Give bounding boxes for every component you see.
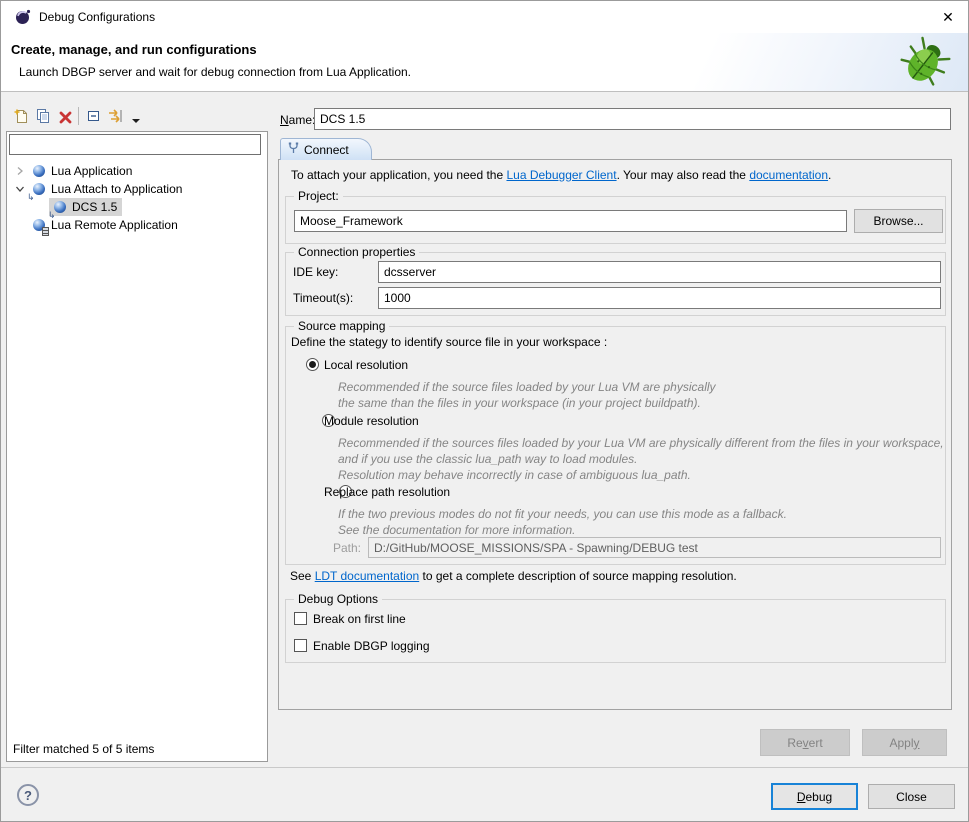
break-on-first-line-label: Break on first line xyxy=(313,612,406,626)
module-resolution-label: Module resolution xyxy=(324,414,419,428)
connection-properties-group: Connection properties IDE key: Timeout(s… xyxy=(285,252,946,316)
tree-item-label: DCS 1.5 xyxy=(72,200,117,214)
revert-button: Revert xyxy=(760,729,850,756)
path-label: Path: xyxy=(333,541,361,555)
tab-label: Connect xyxy=(304,143,349,157)
local-resolution-radio[interactable] xyxy=(306,358,319,371)
bug-icon xyxy=(894,35,952,96)
debug-options-group-label: Debug Options xyxy=(294,592,382,606)
lua-attach-icon: ↳ xyxy=(31,182,46,197)
see-documentation-text: See LDT documentation to get a complete … xyxy=(290,569,737,583)
delete-icon[interactable] xyxy=(56,108,74,126)
project-group: Project: Browse... xyxy=(285,196,946,244)
close-dialog-button[interactable]: Close xyxy=(868,784,955,809)
intro-text: To attach your application, you need the… xyxy=(291,168,831,182)
lua-application-icon xyxy=(31,164,46,179)
toolbar-separator xyxy=(78,107,79,125)
connect-tab-icon xyxy=(287,142,300,158)
question-mark-icon: ? xyxy=(24,788,32,803)
filter-dropdown-caret-icon[interactable] xyxy=(127,112,145,130)
documentation-link[interactable]: documentation xyxy=(749,168,828,182)
configurations-tree-panel: Lua Application ↳ Lua Attach to Applicat… xyxy=(6,131,268,762)
break-on-first-line-checkbox[interactable] xyxy=(294,612,307,625)
close-icon[interactable]: ✕ xyxy=(934,4,962,30)
replace-path-desc: If the two previous modes do not fit you… xyxy=(338,507,787,521)
local-resolution-desc: the same than the files in your workspac… xyxy=(338,396,701,410)
debug-configurations-icon xyxy=(15,9,31,28)
timeout-label: Timeout(s): xyxy=(293,291,353,305)
enable-dbgp-logging-checkbox[interactable] xyxy=(294,639,307,652)
tree-item-label: Lua Attach to Application xyxy=(51,182,182,196)
page-title: Create, manage, and run configurations xyxy=(11,42,257,57)
collapse-all-icon[interactable] xyxy=(85,107,103,125)
tree-item-label: Lua Application xyxy=(51,164,132,178)
title-bar: Debug Configurations ✕ xyxy=(1,1,968,33)
tree-item-lua-remote[interactable]: Lua Remote Application xyxy=(31,216,178,234)
source-mapping-group-label: Source mapping xyxy=(294,319,389,333)
filter-status-text: Filter matched 5 of 5 items xyxy=(13,742,154,756)
new-configuration-icon[interactable] xyxy=(12,107,30,125)
apply-button: Apply xyxy=(862,729,947,756)
tree-item-lua-attach[interactable]: ↳ Lua Attach to Application xyxy=(15,180,182,198)
module-resolution-desc: Recommended if the sources files loaded … xyxy=(338,436,944,450)
page-subtitle: Launch DBGP server and wait for debug co… xyxy=(19,65,411,79)
ide-key-input[interactable] xyxy=(378,261,941,283)
chevron-down-icon[interactable] xyxy=(15,184,25,194)
module-resolution-desc: and if you use the classic lua_path way … xyxy=(338,452,638,466)
timeout-input[interactable] xyxy=(378,287,941,309)
help-button[interactable]: ? xyxy=(17,784,39,806)
connection-group-label: Connection properties xyxy=(294,245,419,259)
source-mapping-intro: Define the stategy to identify source fi… xyxy=(291,335,607,349)
tree-item-label: Lua Remote Application xyxy=(51,218,178,232)
project-group-label: Project: xyxy=(294,189,343,203)
debug-configurations-dialog: Debug Configurations ✕ Create, manage, a… xyxy=(0,0,969,822)
debug-options-group: Debug Options Break on first line Enable… xyxy=(285,599,946,663)
footer-divider xyxy=(1,767,968,768)
ldt-documentation-link[interactable]: LDT documentation xyxy=(315,569,420,583)
lua-remote-icon xyxy=(31,218,46,233)
replace-path-resolution-label: Replace path resolution xyxy=(324,485,450,499)
browse-button[interactable]: Browse... xyxy=(854,209,943,233)
tab-connect[interactable]: Connect xyxy=(280,138,372,160)
tree-item-lua-application[interactable]: Lua Application xyxy=(15,162,132,180)
window-title: Debug Configurations xyxy=(39,10,155,24)
lua-debugger-client-link[interactable]: Lua Debugger Client xyxy=(506,168,616,182)
chevron-right-icon[interactable] xyxy=(15,166,25,176)
ide-key-label: IDE key: xyxy=(293,265,338,279)
name-input[interactable] xyxy=(314,108,951,130)
tree-item-dcs-15[interactable]: ↳ DCS 1.5 xyxy=(49,198,122,216)
name-label: Name: xyxy=(280,113,315,127)
filter-icon[interactable] xyxy=(107,107,125,125)
debug-button[interactable]: Debug xyxy=(771,783,858,810)
replace-path-desc: See the documentation for more informati… xyxy=(338,523,575,537)
enable-dbgp-logging-label: Enable DBGP logging xyxy=(313,639,430,653)
filter-input[interactable] xyxy=(9,134,261,155)
project-input[interactable] xyxy=(294,210,847,232)
module-resolution-desc: Resolution may behave incorrectly in cas… xyxy=(338,468,691,482)
connect-tab-content: To attach your application, you need the… xyxy=(278,159,952,710)
source-mapping-group: Source mapping Define the stategy to ide… xyxy=(285,326,946,565)
header-banner: Create, manage, and run configurations L… xyxy=(1,33,968,92)
path-input xyxy=(368,537,941,558)
local-resolution-label: Local resolution xyxy=(324,358,408,372)
duplicate-icon[interactable] xyxy=(34,107,52,125)
lua-attach-icon: ↳ xyxy=(52,200,67,215)
local-resolution-desc: Recommended if the source files loaded b… xyxy=(338,380,716,394)
